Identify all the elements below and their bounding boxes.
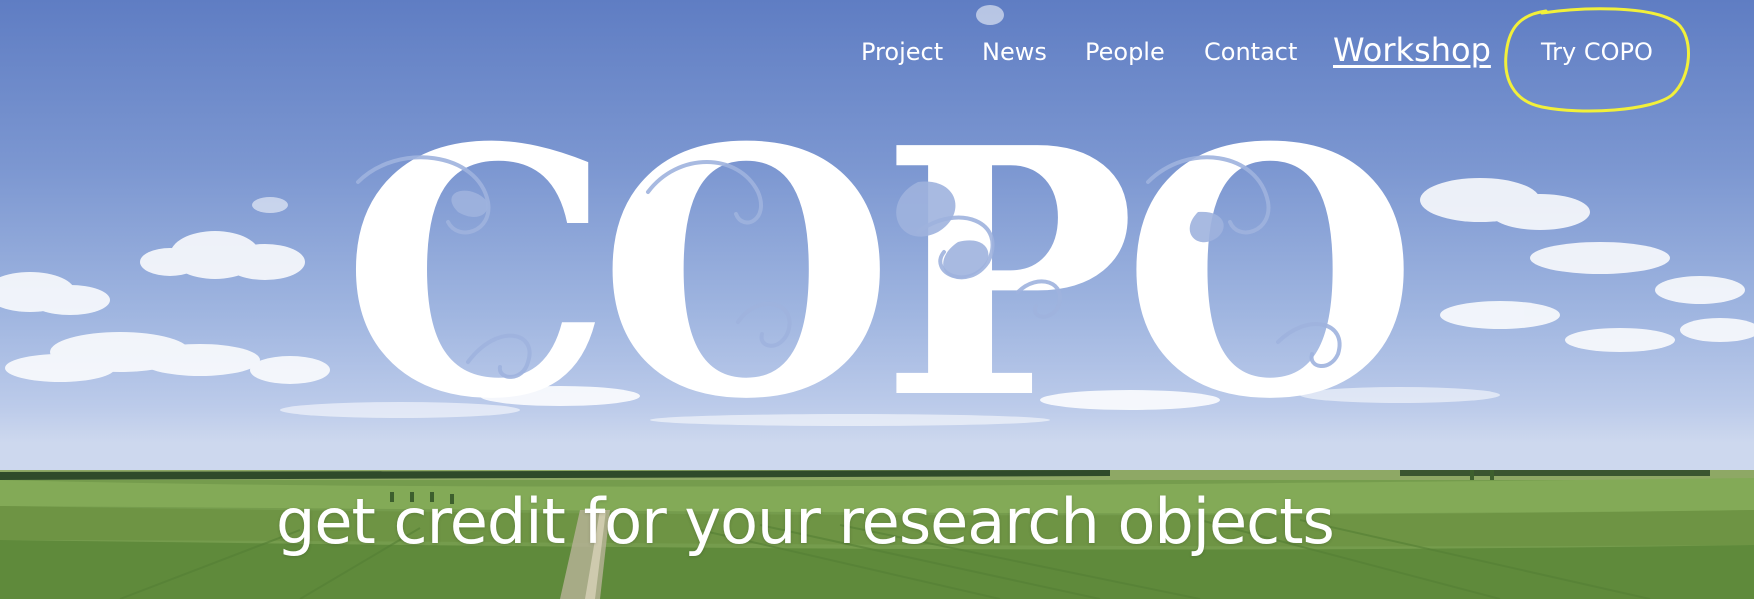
leaf-icon	[451, 181, 1224, 279]
nav-project-link[interactable]: Project	[861, 32, 943, 72]
hero-tagline: get credit for your research objects	[276, 485, 1335, 558]
nav-news-link[interactable]: News	[982, 32, 1047, 72]
annotation-circle	[1504, 7, 1690, 113]
hero-banner: Project News People Contact Workshop Try…	[0, 0, 1754, 599]
main-nav: Project News People Contact Workshop Try…	[0, 30, 1754, 72]
logo-ornaments	[356, 155, 1342, 379]
nav-people-link[interactable]: People	[1085, 32, 1165, 72]
nav-contact-link[interactable]: Contact	[1204, 32, 1297, 72]
copo-logo: COPO	[318, 105, 1428, 445]
nav-workshop-link[interactable]: Workshop	[1333, 30, 1491, 70]
